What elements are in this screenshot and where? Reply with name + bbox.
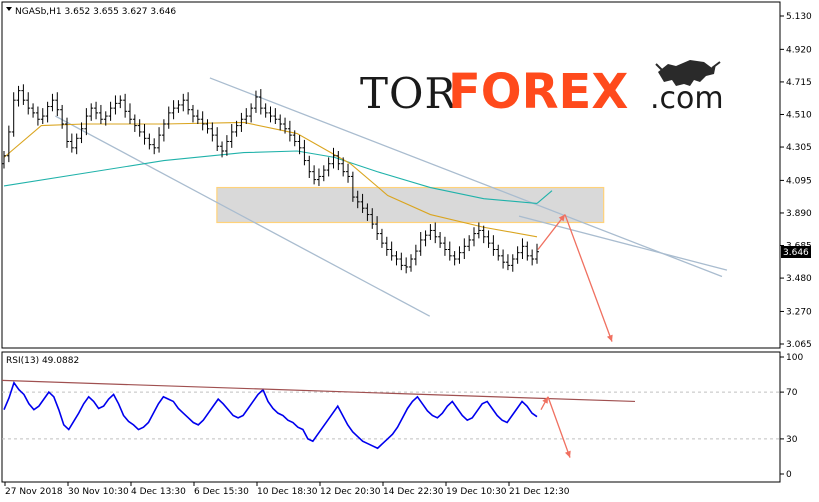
time-tick-3: 6 Dec 15:30	[194, 487, 249, 497]
price-tick-1: 4.920	[786, 45, 812, 55]
price-tick-8: 3.480	[786, 274, 812, 284]
rsi-tick-1: 70	[786, 388, 798, 398]
logo-text-tor: TOR	[360, 69, 457, 118]
logo-text-forex: FOREX	[448, 64, 628, 120]
price-tick-4: 4.305	[786, 143, 812, 153]
forex-chart[interactable]: NGASb,H1 3.652 3.655 3.627 3.646 RSI(13)…	[0, 0, 819, 502]
current-price-value: 3.646	[783, 248, 809, 258]
price-tick-10: 3.065	[786, 340, 812, 350]
time-tick-5: 12 Dec 20:30	[320, 487, 381, 497]
rsi-tick-0: 100	[786, 353, 803, 363]
price-tick-5: 4.095	[786, 176, 812, 186]
current-price-label: 3.646	[781, 246, 811, 258]
time-tick-6: 14 Dec 22:30	[383, 487, 444, 497]
rsi-tick-2: 30	[786, 435, 798, 445]
time-tick-2: 4 Dec 13:30	[131, 487, 186, 497]
price-tick-0: 5.130	[786, 12, 812, 22]
time-axis: 27 Nov 2018 30 Nov 10:30 4 Dec 13:30 6 Dec …	[4, 482, 570, 497]
price-tick-3: 4.510	[786, 110, 812, 120]
time-tick-8: 21 Dec 12:30	[509, 487, 570, 497]
logo-text-com: .com	[650, 81, 724, 116]
price-tick-2: 4.715	[786, 78, 812, 88]
time-tick-7: 19 Dec 10:30	[446, 487, 507, 497]
torforex-logo: TOR FOREX .com	[360, 60, 724, 120]
time-tick-0: 27 Nov 2018	[5, 487, 63, 497]
time-tick-4: 10 Dec 18:30	[257, 487, 318, 497]
rsi-tick-3: 0	[786, 470, 792, 480]
rsi-axis: 100 70 30 0	[780, 353, 803, 480]
time-tick-1: 30 Nov 10:30	[68, 487, 129, 497]
price-tick-9: 3.270	[786, 307, 812, 317]
rsi-label: RSI(13) 49.0882	[6, 356, 79, 366]
symbol-info: NGASb,H1 3.652 3.655 3.627 3.646	[15, 7, 176, 17]
rsi-panel[interactable]	[1, 351, 781, 483]
price-axis: 5.1304.9204.7154.5104.3054.0953.8903.685…	[780, 12, 812, 350]
price-tick-6: 3.890	[786, 209, 812, 219]
